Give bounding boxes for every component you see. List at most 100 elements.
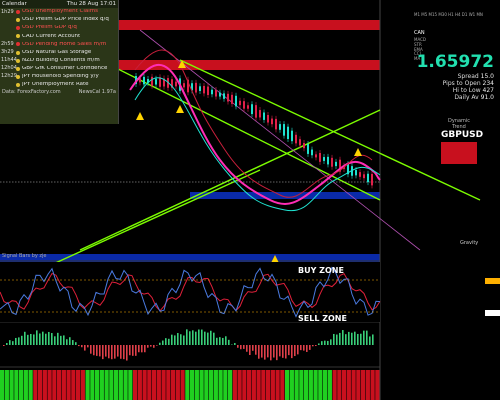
histogram-bar	[255, 345, 257, 355]
histogram-bar	[126, 345, 128, 361]
histogram-bar	[372, 334, 374, 345]
signal-bar	[232, 370, 237, 400]
histogram-bar	[129, 345, 131, 356]
histogram-bar	[102, 345, 104, 360]
current-price: 1.65972	[416, 52, 494, 72]
histogram-bar	[186, 329, 188, 345]
signal-bar	[270, 370, 275, 400]
price-stats: Spread 15.0 Pips to Open 234 Hi to Low 4…	[443, 73, 494, 102]
histogram-bar	[171, 334, 173, 345]
histogram-bar	[108, 345, 110, 359]
histogram-bar	[9, 340, 11, 345]
signal-bar	[61, 370, 66, 400]
trend-pair: GBPUSD	[441, 130, 484, 140]
histogram-bar	[189, 331, 191, 345]
histogram-bar	[306, 345, 308, 352]
signal-bar	[237, 370, 242, 400]
signal-bar	[99, 370, 104, 400]
histogram-bar	[78, 345, 80, 347]
histogram-bar	[240, 345, 242, 350]
signal-bar	[209, 370, 214, 400]
calendar-date: Thu 28 Aug 17:01	[66, 1, 116, 7]
signal-bar	[337, 370, 342, 400]
histogram-bar	[81, 345, 83, 348]
signal-bar	[123, 370, 128, 400]
signal-bar	[42, 370, 47, 400]
signal-bar	[327, 370, 332, 400]
signal-bar	[152, 370, 157, 400]
signal-bar	[213, 370, 218, 400]
event-time: 2h59	[1, 40, 14, 47]
signal-bar	[247, 370, 252, 400]
signal-bar	[289, 370, 294, 400]
histogram-bar	[30, 333, 32, 345]
histogram-bar	[174, 335, 176, 345]
histogram-bar	[3, 345, 5, 347]
histogram-bar	[363, 330, 365, 345]
signal-bar	[9, 370, 14, 400]
histogram-bar	[342, 330, 344, 345]
histogram-bar	[21, 335, 23, 345]
histogram-bar	[258, 345, 260, 359]
histogram-bar	[87, 345, 89, 348]
sell-zone-label: SELL ZONE	[298, 314, 347, 323]
impact-dot-icon	[16, 74, 20, 79]
pair-label: CAN	[414, 30, 425, 36]
histogram-bar	[180, 334, 182, 345]
signal-bar	[308, 370, 313, 400]
signal-bar	[85, 370, 90, 400]
event-title: GBP GfK Consumer Confidence	[22, 65, 108, 71]
histogram-bar	[99, 345, 101, 357]
signal-bar	[375, 370, 380, 400]
histogram-bar	[249, 345, 251, 356]
signal-bar	[261, 370, 266, 400]
histogram-bar	[321, 341, 323, 345]
impact-dot-icon	[16, 82, 20, 87]
histogram-bar	[315, 345, 317, 347]
histogram-bar	[153, 345, 155, 348]
signal-bar	[256, 370, 261, 400]
signal-bar	[294, 370, 299, 400]
signal-bar	[166, 370, 171, 400]
signal-bar	[38, 370, 43, 400]
histogram-bar	[357, 333, 359, 345]
histogram-bar	[147, 345, 149, 348]
trend-gauge	[441, 142, 477, 164]
histogram-bar	[339, 332, 341, 345]
histogram-bar	[42, 331, 44, 345]
histogram-bar	[177, 333, 179, 345]
signal-bar	[223, 370, 228, 400]
histogram-bar	[132, 345, 134, 356]
event-title: USD Prelim GDP Price Index q/q	[22, 17, 109, 23]
event-time: 12h04	[1, 65, 17, 72]
calendar-event-row: 1h29 USD Unemployment Claims	[0, 8, 118, 16]
histogram-bar	[96, 345, 98, 356]
event-title: USD Pending Home Sales m/m	[22, 41, 107, 47]
histogram-bar	[351, 332, 353, 345]
signal-bar	[275, 370, 280, 400]
histogram-bar	[195, 331, 197, 345]
histogram-bar	[66, 339, 68, 345]
signal-bar	[90, 370, 95, 400]
signal-bar	[342, 370, 347, 400]
histogram-bar	[288, 345, 290, 356]
signal-bar	[109, 370, 114, 400]
event-time: 12h29	[1, 73, 17, 80]
signal-bar	[175, 370, 180, 400]
histogram-bar	[150, 345, 152, 347]
impact-dot-icon	[16, 10, 20, 15]
histogram-bar	[237, 345, 239, 348]
signal-bar	[285, 370, 290, 400]
histogram-bar	[75, 342, 77, 345]
histogram-bar	[300, 345, 302, 351]
histogram-bar	[246, 345, 248, 352]
dynamic-trend-widget: Dynamic Trend GBPUSD	[441, 118, 484, 164]
price-info-panel: M1 M5 M15 M30 H1 H4 D1 W1 MN CAN MACD STR…	[404, 0, 500, 120]
event-title: JPY Household Spending y/y	[22, 74, 99, 80]
signal-bar	[156, 370, 161, 400]
signal-bar	[137, 370, 142, 400]
calendar-title: Calendar	[2, 1, 27, 7]
histogram-bar	[297, 345, 299, 355]
signal-bar	[370, 370, 375, 400]
histogram-bar	[141, 345, 143, 353]
